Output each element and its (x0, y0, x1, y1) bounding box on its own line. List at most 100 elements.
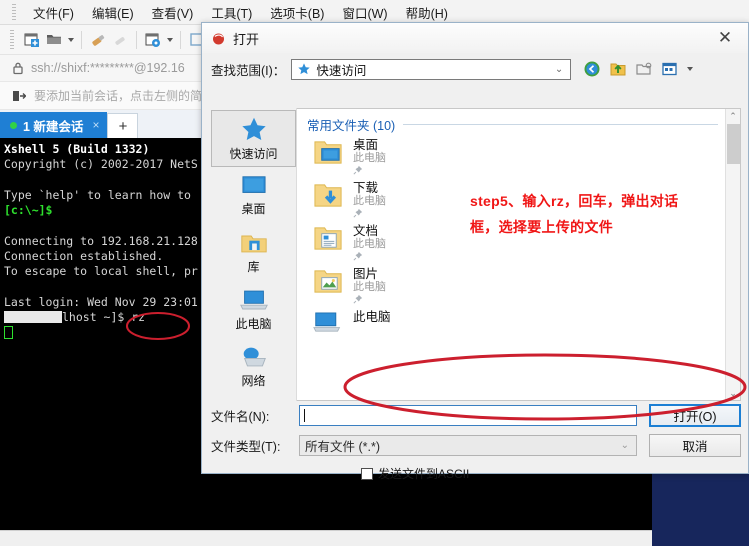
quick-access-star-icon (298, 63, 310, 75)
file-name: 下载 (353, 181, 379, 195)
ascii-checkbox[interactable] (361, 467, 373, 480)
menu-item-file[interactable]: 文件(F) (24, 1, 83, 24)
file-list-scrollbar[interactable]: ⌃ ⌄ (725, 109, 740, 400)
place-network[interactable]: 网络 (211, 338, 296, 395)
new-folder-icon[interactable] (633, 59, 654, 79)
text-cursor (304, 408, 305, 422)
tab-session-1[interactable]: 1 新建会话 × (0, 112, 108, 138)
toolbar-separator-2 (136, 30, 137, 49)
chevron-down-icon[interactable]: ⌄ (616, 440, 634, 451)
folder-pictures-icon (314, 270, 342, 293)
toolbar-separator-3 (180, 30, 181, 49)
redaction-block (4, 311, 62, 324)
tab-label: 1 新建会话 (23, 119, 84, 134)
place-label: 网络 (241, 373, 266, 388)
filename-input[interactable]: ⌄ (299, 404, 637, 426)
folder-desktop-icon (314, 141, 342, 164)
list-item-text: 桌面 此电脑 (353, 138, 386, 178)
menu-item-tools[interactable]: 工具(T) (202, 1, 261, 24)
properties-dropdown-icon[interactable] (164, 29, 175, 51)
terminal-header: Xshell 5 (Build 1332) (4, 142, 150, 156)
toolbar-grip-icon (10, 30, 14, 49)
this-pc-icon (239, 290, 268, 309)
filetype-row: 文件类型(T): 所有文件 (*.*) ⌄ 取消 (211, 433, 741, 457)
menu-item-window[interactable]: 窗口(W) (333, 1, 396, 24)
terminal-copyright: Copyright (c) 2002-2017 NetS (4, 157, 198, 172)
up-folder-icon[interactable] (607, 59, 628, 79)
open-folder-dropdown-icon[interactable] (65, 29, 76, 51)
annotation-line-1: step5、输入rz，回车，弹出对话 (470, 193, 679, 209)
file-group-header[interactable]: 常用文件夹 (10) ⌃ (297, 109, 740, 136)
tab-close-icon[interactable]: × (92, 118, 99, 132)
filetype-label: 文件类型(T): (211, 439, 281, 454)
filetype-combobox[interactable]: 所有文件 (*.*) ⌄ (299, 434, 637, 456)
info-bar-text: 要添加当前会话，点击左侧的简 (34, 89, 203, 103)
new-session-icon[interactable] (21, 29, 43, 51)
connection-status-dot-icon (10, 121, 17, 129)
back-icon[interactable] (581, 59, 602, 79)
toolbar-separator (81, 30, 82, 49)
annotation-line-2: 框，选择要上传的文件 (470, 219, 613, 235)
pin-icon (353, 208, 386, 221)
filetype-value: 所有文件 (*.*) (305, 439, 381, 454)
list-item-text: 下载 此电脑 (353, 181, 386, 221)
dialog-footer: 文件名(N): ⌄ 打开(O) 文件类型(T): 所有文件 (*.*) ⌄ 取消… (211, 403, 741, 481)
connect-icon[interactable] (87, 29, 109, 51)
list-item[interactable]: 此电脑 (297, 308, 740, 351)
dialog-toolbar (581, 59, 694, 79)
list-item[interactable]: 图片 此电脑 (297, 265, 740, 308)
file-name: 桌面 (353, 138, 379, 152)
look-in-row: 查找范围(I)： 快速访问 ⌄ (202, 53, 748, 85)
look-in-label: 查找范围(I)： (211, 63, 286, 78)
chevron-down-icon[interactable]: ⌄ (616, 410, 634, 421)
file-location: 此电脑 (353, 152, 386, 164)
terminal-connecting: Connecting to 192.168.21.128 (4, 233, 198, 248)
look-in-value: 快速访问 (316, 63, 367, 78)
filename-label: 文件名(N): (211, 409, 270, 424)
menu-item-view[interactable]: 查看(V) (143, 1, 203, 24)
file-name: 此电脑 (353, 310, 391, 324)
terminal-escape: To escape to local shell, pr (4, 264, 198, 279)
file-list-scrollbar-thumb[interactable] (727, 124, 740, 164)
look-in-combobox[interactable]: 快速访问 ⌄ (291, 58, 572, 80)
lock-icon (13, 62, 23, 75)
disconnect-icon[interactable] (109, 29, 131, 51)
place-quick-access[interactable]: 快速访问 (211, 110, 296, 167)
network-icon (243, 347, 266, 366)
menu-item-tabs[interactable]: 选项卡(B) (261, 1, 333, 24)
ascii-option-row: 发送文件到ASCII (211, 465, 741, 482)
file-name: 文档 (353, 224, 379, 238)
open-folder-icon[interactable] (43, 29, 65, 51)
list-item[interactable]: 桌面 此电脑 (297, 136, 740, 179)
place-this-pc[interactable]: 此电脑 (211, 281, 296, 338)
view-mode-dropdown-icon[interactable] (685, 59, 694, 79)
scroll-up-icon[interactable]: ⌃ (726, 109, 740, 123)
add-session-icon (13, 90, 26, 101)
menu-item-edit[interactable]: 编辑(E) (83, 1, 143, 24)
cancel-button[interactable]: 取消 (649, 433, 741, 457)
chevron-down-icon[interactable]: ⌄ (550, 64, 568, 75)
pin-icon (353, 165, 386, 178)
menu-item-help[interactable]: 帮助(H) (397, 1, 457, 24)
view-mode-icon[interactable] (659, 59, 680, 79)
folder-downloads-icon (314, 184, 342, 207)
scroll-down-icon[interactable]: ⌄ (726, 386, 740, 400)
new-tab-button[interactable]: + (107, 113, 139, 138)
place-label: 快速访问 (229, 147, 278, 161)
ascii-label: 发送文件到ASCII (378, 467, 470, 481)
dialog-body: 快速访问 桌面 库 此电脑 网络 常用文件夹 (10) 桌面 此电脑 下载 此电… (211, 108, 741, 401)
open-file-dialog: 打开 ✕ 查找范围(I)： 快速访问 ⌄ 快速访问 桌面 库 此电脑 网络 常用… (201, 22, 749, 481)
dialog-close-button[interactable]: ✕ (708, 25, 742, 51)
properties-icon[interactable] (142, 29, 164, 51)
desktop-icon (241, 176, 266, 193)
place-label: 此电脑 (235, 316, 272, 331)
pin-icon (353, 294, 386, 307)
list-item-text: 文档 此电脑 (353, 224, 386, 264)
places-sidebar: 快速访问 桌面 库 此电脑 网络 (211, 108, 297, 401)
open-button[interactable]: 打开(O) (649, 403, 741, 427)
pin-icon (353, 251, 386, 264)
file-list[interactable]: 常用文件夹 (10) ⌃ 桌面 此电脑 (297, 108, 741, 401)
place-desktop[interactable]: 桌面 (211, 167, 296, 224)
place-label: 桌面 (241, 202, 266, 216)
place-library[interactable]: 库 (211, 224, 296, 281)
